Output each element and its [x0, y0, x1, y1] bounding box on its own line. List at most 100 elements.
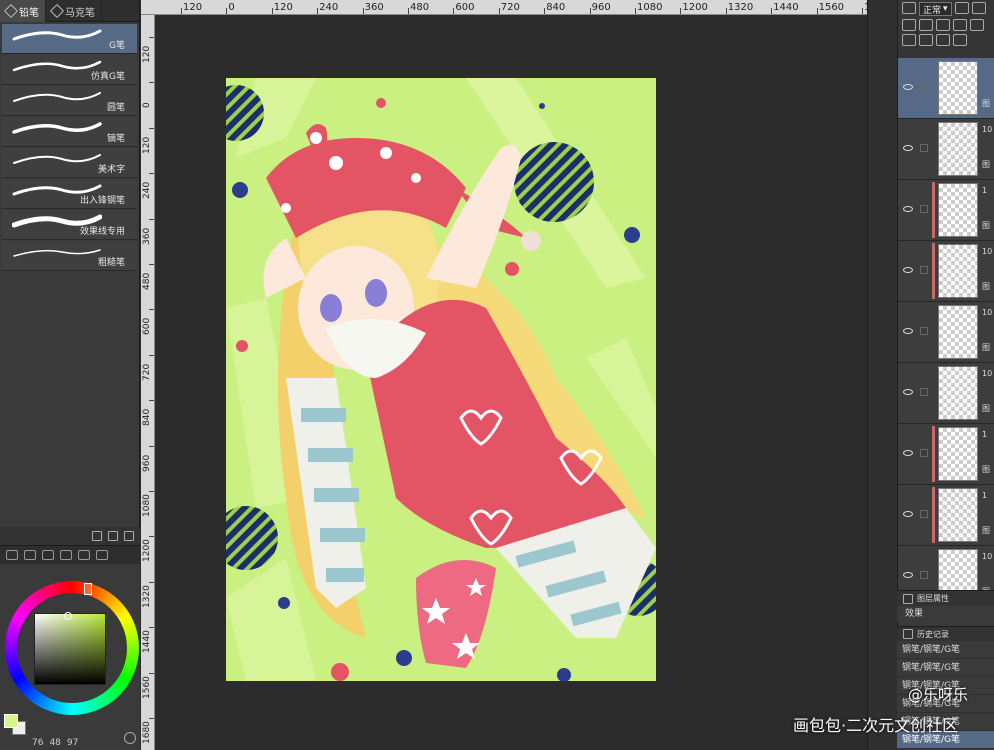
layer-lock-icon[interactable] — [920, 83, 928, 91]
color-tabs — [0, 546, 140, 564]
brush-item-g-pen[interactable]: G笔 — [2, 24, 137, 54]
eye-icon[interactable] — [903, 389, 913, 395]
main-color-swatch[interactable] — [4, 714, 18, 728]
color-set-tab-icon[interactable] — [24, 550, 36, 560]
new-folder-icon[interactable] — [919, 34, 933, 46]
layer-thumbnail[interactable] — [938, 305, 978, 359]
intermediate-color-tab-icon[interactable] — [60, 550, 72, 560]
tab-marker[interactable]: 马克笔 — [46, 0, 102, 22]
color-square-cursor[interactable] — [64, 612, 72, 620]
trash-icon[interactable] — [124, 531, 134, 541]
layer-thumbnail[interactable] — [938, 427, 978, 481]
layer-lock-icon[interactable] — [920, 266, 928, 274]
ruler-left-label: 720 — [142, 363, 152, 381]
opacity-icon[interactable] — [954, 2, 969, 14]
layer-lock-icon[interactable] — [920, 327, 928, 335]
layer-lock-icon[interactable] — [920, 449, 928, 457]
brush-item-calligraphy[interactable]: 美术字 — [2, 148, 137, 178]
duplicate-icon[interactable] — [108, 531, 118, 541]
layer-thumbnail[interactable] — [938, 122, 978, 176]
eye-icon[interactable] — [903, 84, 913, 90]
eye-icon[interactable] — [903, 450, 913, 456]
brush-item-real-g-pen[interactable]: 仿真G笔 — [2, 55, 137, 85]
layer-row[interactable]: 1图 — [898, 424, 994, 485]
color-mode-toggle-icon[interactable] — [124, 732, 136, 744]
ruler-top-label: 480 — [410, 2, 430, 13]
ruler-top-tick — [725, 8, 727, 14]
layer-row[interactable]: 10 图 — [898, 363, 994, 424]
artwork-canvas[interactable] — [226, 78, 656, 681]
history-label: 历史记录 — [917, 629, 949, 639]
brush-stroke-preview — [13, 154, 101, 164]
ruler-top-tick — [498, 8, 500, 14]
brush-label: 镝笔 — [106, 134, 125, 144]
layer-opacity: 1 — [982, 491, 988, 500]
merge-layer-icon[interactable] — [953, 34, 967, 46]
eye-icon[interactable] — [903, 328, 913, 334]
layer-folder-icon[interactable] — [902, 2, 916, 14]
tab-pencil[interactable]: 铅笔 — [0, 0, 46, 22]
reference-layer-icon[interactable] — [902, 19, 916, 31]
eye-icon[interactable] — [903, 206, 913, 212]
ruler-left-label: 1320 — [142, 584, 152, 608]
color-slider-tab-icon[interactable] — [42, 550, 54, 560]
app-window: 铅笔 马克笔 G笔 仿真G笔 圆笔 镝笔 美术字 出入锋钢笔 效果线专用 粗糙笔… — [0, 0, 994, 750]
eye-icon[interactable] — [903, 267, 913, 273]
layer-lock-icon[interactable] — [920, 571, 928, 579]
ruler-top-tick — [362, 8, 364, 14]
brush-item-taper-pen[interactable]: 出入锋钢笔 — [2, 179, 137, 209]
layer-row[interactable]: 10 图 — [898, 302, 994, 363]
brush-label: 美术字 — [97, 165, 125, 175]
layer-thumbnail[interactable] — [938, 366, 978, 420]
mask-icon[interactable] — [953, 19, 967, 31]
eye-icon[interactable] — [903, 145, 913, 151]
blend-mode-select[interactable]: 正常 ▾ — [919, 2, 952, 16]
history-tab[interactable]: 历史记录 — [897, 626, 994, 641]
layer-lock-icon[interactable] — [920, 205, 928, 213]
ruler-top-label: 960 — [591, 2, 611, 13]
approximate-color-tab-icon[interactable] — [78, 550, 90, 560]
lock-icon[interactable] — [919, 19, 933, 31]
brush-stroke-preview — [12, 29, 102, 41]
layer-row[interactable]: 1图 — [898, 180, 994, 241]
layer-row[interactable]: 10 图 — [898, 119, 994, 180]
color-history-tab-icon[interactable] — [96, 550, 108, 560]
ruler-top-label: 1320 — [727, 2, 754, 13]
layer-row[interactable]: 10 图 — [898, 241, 994, 302]
history-item[interactable]: 钢笔/钢笔/G笔 — [897, 641, 994, 659]
ruler-left-label: 480 — [142, 272, 152, 290]
layer-row[interactable]: 1图 — [898, 485, 994, 546]
saturation-value: 48 — [49, 737, 61, 748]
lock-alpha-icon[interactable] — [936, 19, 950, 31]
eye-icon[interactable] — [903, 511, 913, 517]
vertical-scrollbar[interactable] — [867, 0, 897, 750]
brush-item-mapping-pen[interactable]: 镝笔 — [2, 117, 137, 147]
brush-item-effect-line[interactable]: 效果线专用 — [2, 210, 137, 240]
marker-icon — [49, 3, 65, 19]
layer-thumbnail[interactable] — [938, 183, 978, 237]
layer-thumbnail[interactable] — [938, 244, 978, 298]
clip-layer-icon[interactable] — [971, 2, 986, 14]
layer-opacity: 10 — [982, 552, 993, 561]
duplicate-layer-icon[interactable] — [936, 34, 950, 46]
saturation-value-square[interactable] — [34, 613, 106, 685]
hue-cursor[interactable] — [84, 583, 92, 595]
brush-item-rough-pen[interactable]: 粗糙笔 — [2, 241, 137, 271]
new-vector-layer-icon[interactable] — [902, 34, 916, 46]
eye-icon[interactable] — [903, 572, 913, 578]
layer-thumbnail[interactable] — [938, 488, 978, 542]
layer-row[interactable]: 图 — [898, 58, 994, 119]
layer-thumbnail[interactable] — [938, 61, 978, 115]
import-icon[interactable] — [92, 531, 102, 541]
layer-property-tab[interactable]: 图层属性 — [897, 590, 994, 606]
layer-lock-icon[interactable] — [920, 388, 928, 396]
color-wheel-tab-icon[interactable] — [6, 550, 18, 560]
brush-item-round-pen[interactable]: 圆笔 — [2, 86, 137, 116]
layer-type-label: 图 — [982, 526, 990, 535]
new-raster-layer-icon[interactable] — [970, 19, 984, 31]
layer-lock-icon[interactable] — [920, 144, 928, 152]
canvas-area[interactable] — [155, 15, 867, 750]
layer-lock-icon[interactable] — [920, 510, 928, 518]
layer-toolbar: 正常 ▾ — [898, 0, 994, 58]
history-item[interactable]: 钢笔/钢笔/G笔 — [897, 659, 994, 677]
